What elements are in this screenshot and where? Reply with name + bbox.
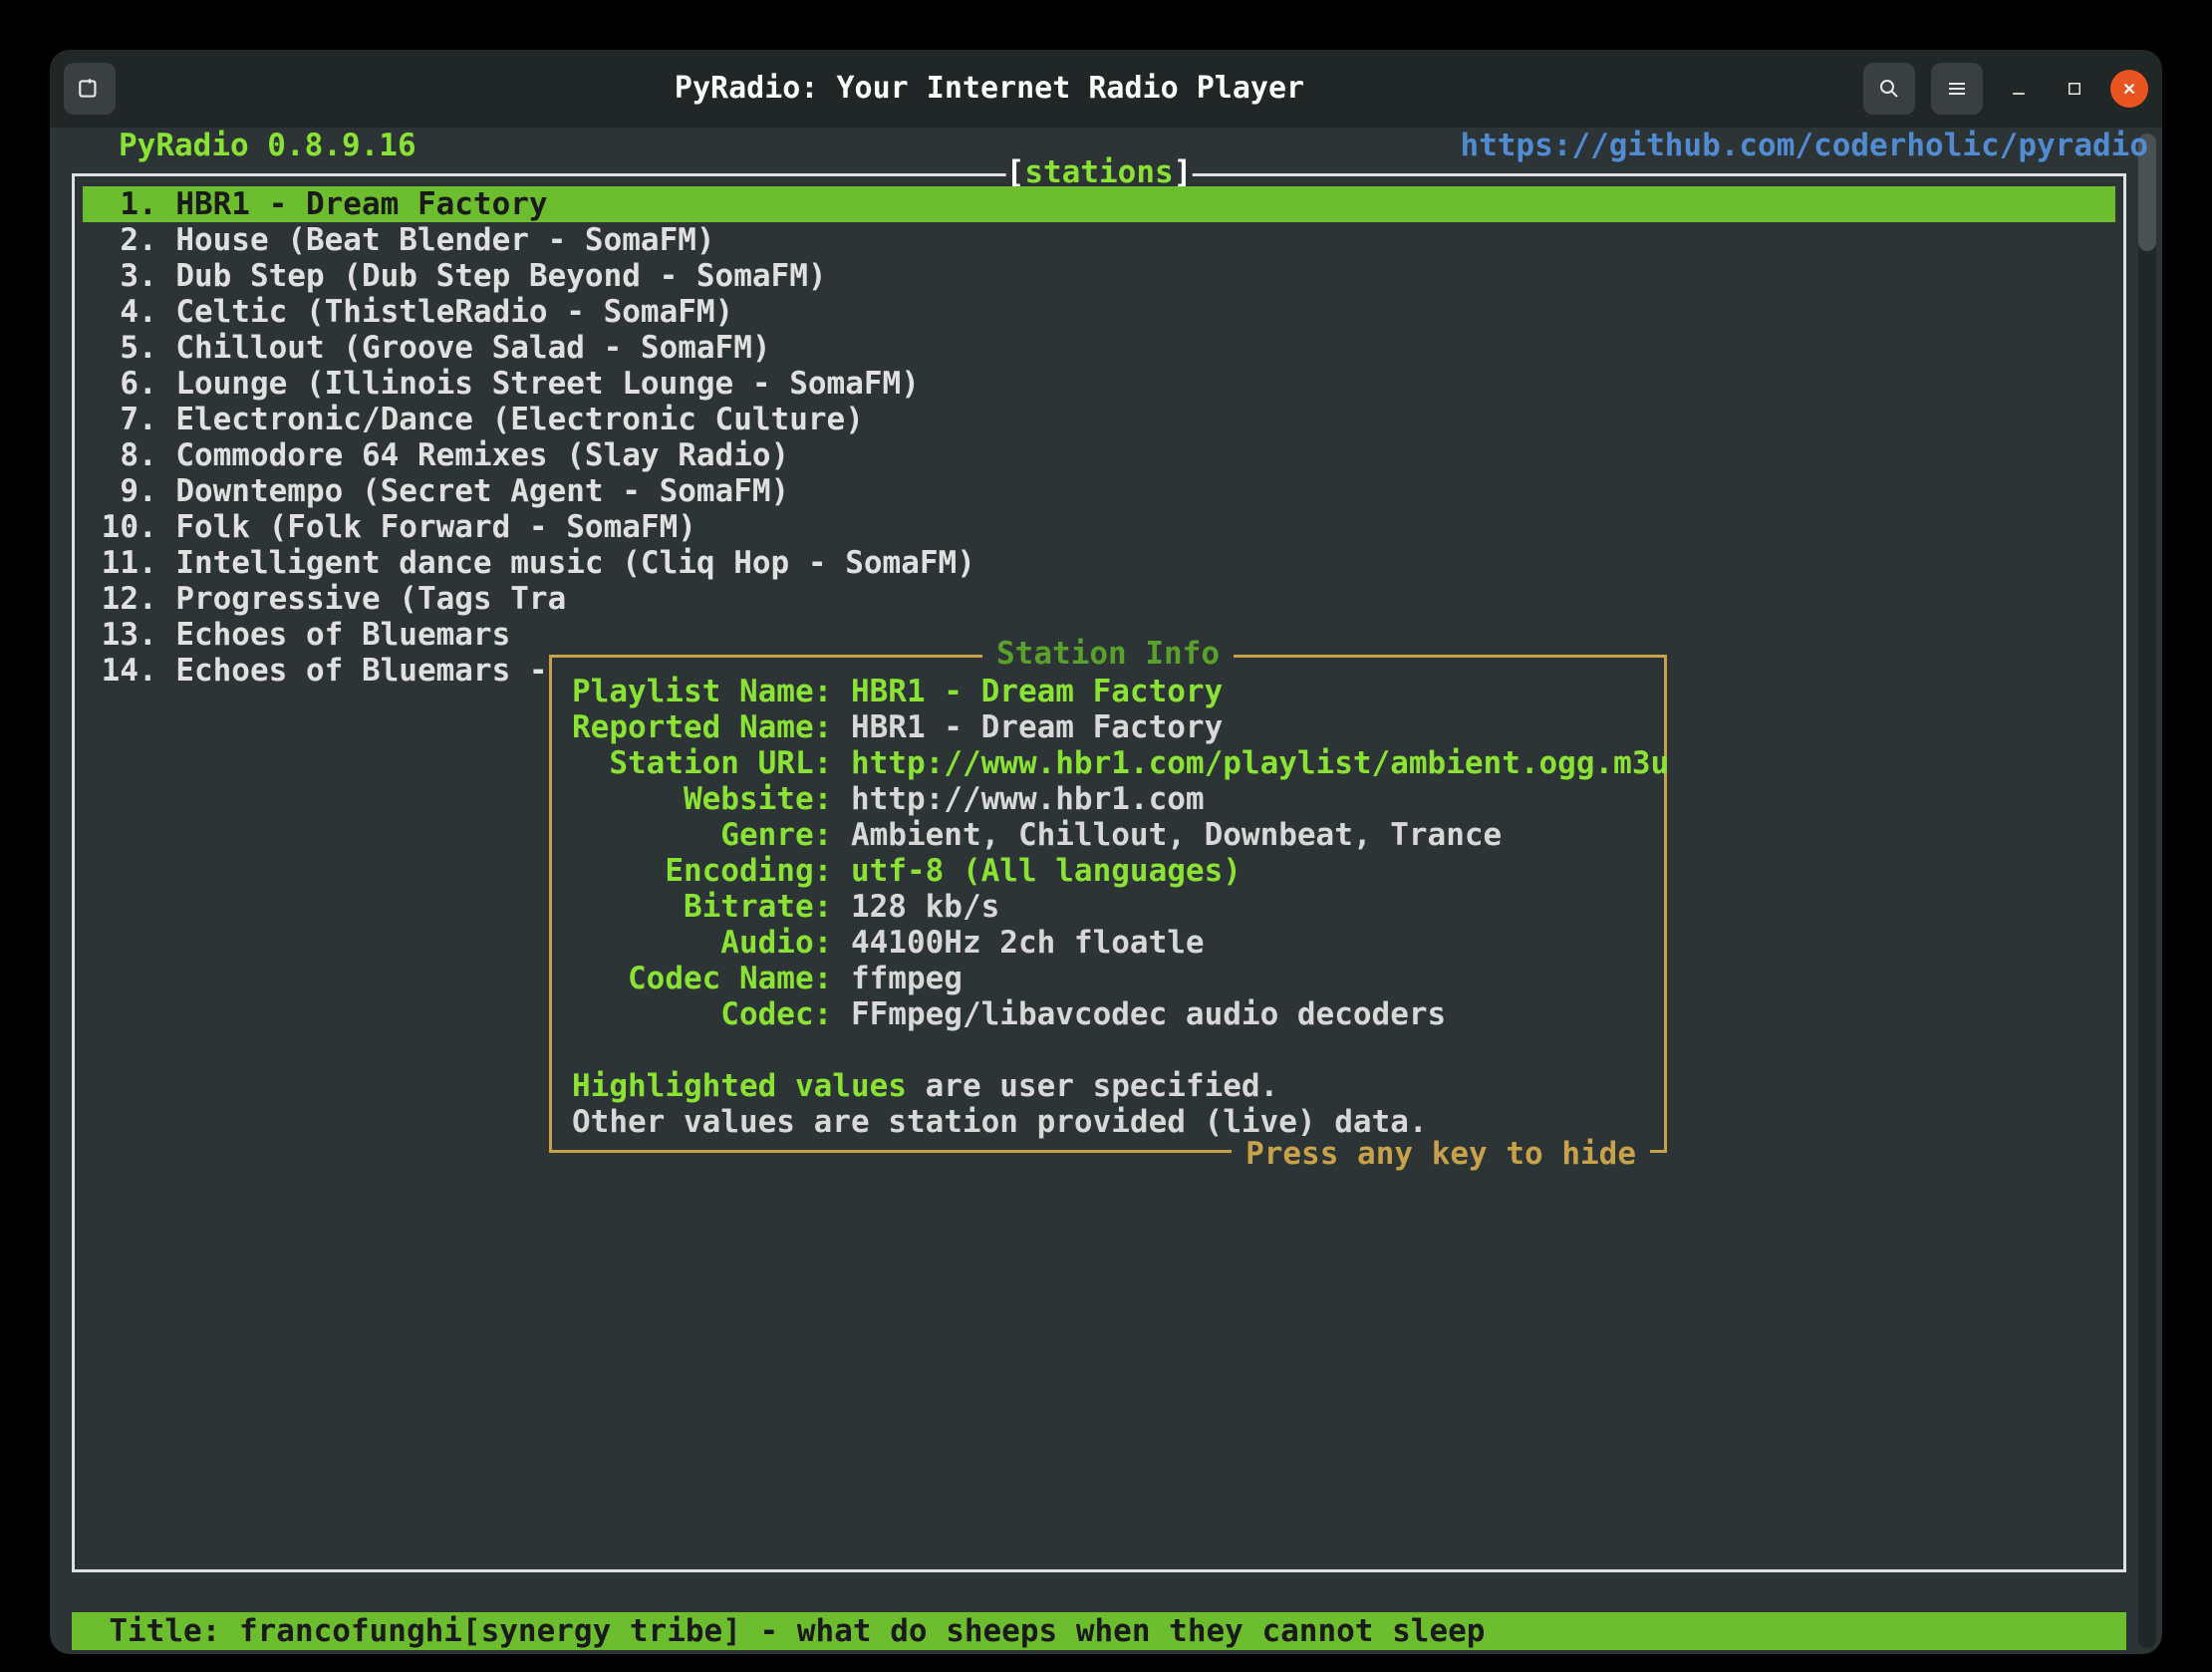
terminal-area[interactable]: PyRadio 0.8.9.16 https://github.com/code… <box>64 128 2162 1654</box>
info-row: Bitrate: 128 kb/s <box>572 889 1644 925</box>
frame-title: [stations] <box>1006 154 1193 190</box>
info-body: Playlist Name: HBR1 - Dream FactoryRepor… <box>552 658 1664 1148</box>
station-row[interactable]: 10. Folk (Folk Forward - SomaFM) <box>83 509 2115 545</box>
info-row: Encoding: utf-8 (All languages) <box>572 853 1644 889</box>
info-row: Genre: Ambient, Chillout, Downbeat, Tran… <box>572 817 1644 853</box>
station-row[interactable]: 4. Celtic (ThistleRadio - SomaFM) <box>83 294 2115 330</box>
status-bar: Title: francofunghi[synergy tribe] - wha… <box>72 1612 2126 1650</box>
bracket-right: ] <box>1174 154 1193 190</box>
bracket-left: [ <box>1006 154 1025 190</box>
info-footer-hint: Press any key to hide <box>1232 1136 1650 1172</box>
app-version: PyRadio 0.8.9.16 <box>119 128 416 163</box>
info-note: Highlighted values are user specified. O… <box>572 1032 1644 1140</box>
now-playing-title: Title: francofunghi[synergy tribe] - wha… <box>72 1613 1485 1649</box>
info-panel-title: Station Info <box>982 636 1234 672</box>
maximize-button[interactable] <box>2055 69 2094 109</box>
info-row: Station URL: http://www.hbr1.com/playlis… <box>572 745 1644 781</box>
station-info-panel: Station Info Playlist Name: HBR1 - Dream… <box>549 655 1667 1153</box>
new-tab-button[interactable] <box>64 63 116 115</box>
stations-frame: [stations] 1. HBR1 - Dream Factory 2. Ho… <box>72 173 2126 1572</box>
info-row: Website: http://www.hbr1.com <box>572 781 1644 817</box>
station-row[interactable]: 8. Commodore 64 Remixes (Slay Radio) <box>83 437 2115 473</box>
station-row[interactable]: 7. Electronic/Dance (Electronic Culture) <box>83 402 2115 437</box>
station-row[interactable]: 1. HBR1 - Dream Factory <box>83 186 2115 222</box>
station-row[interactable]: 3. Dub Step (Dub Step Beyond - SomaFM) <box>83 258 2115 294</box>
station-row[interactable]: 9. Downtempo (Secret Agent - SomaFM) <box>83 473 2115 509</box>
frame-label-text: stations <box>1024 154 1173 190</box>
close-button[interactable] <box>2110 70 2148 108</box>
hamburger-menu-button[interactable] <box>1931 63 1983 115</box>
info-row: Audio: 44100Hz 2ch floatle <box>572 925 1644 961</box>
app-window: PyRadio: Your Internet Radio Player PyRa… <box>50 50 2162 1654</box>
station-row[interactable]: 2. House (Beat Blender - SomaFM) <box>83 222 2115 258</box>
minimize-button[interactable] <box>1999 69 2039 109</box>
station-list[interactable]: 1. HBR1 - Dream Factory 2. House (Beat B… <box>83 186 2115 689</box>
info-row: Codec Name: ffmpeg <box>572 961 1644 996</box>
project-url[interactable]: https://github.com/coderholic/pyradio <box>1460 128 2148 163</box>
station-row[interactable]: 12. Progressive (Tags Tra <box>83 581 2115 617</box>
search-button[interactable] <box>1863 63 1915 115</box>
info-row: Reported Name: HBR1 - Dream Factory <box>572 709 1644 745</box>
station-row[interactable]: 11. Intelligent dance music (Cliq Hop - … <box>83 545 2115 581</box>
titlebar: PyRadio: Your Internet Radio Player <box>50 50 2162 128</box>
info-row: Codec: FFmpeg/libavcodec audio decoders <box>572 996 1644 1032</box>
window-title: PyRadio: Your Internet Radio Player <box>116 71 1863 107</box>
station-row[interactable]: 6. Lounge (Illinois Street Lounge - Soma… <box>83 366 2115 402</box>
info-row: Playlist Name: HBR1 - Dream Factory <box>572 674 1644 709</box>
station-row[interactable]: 5. Chillout (Groove Salad - SomaFM) <box>83 330 2115 366</box>
